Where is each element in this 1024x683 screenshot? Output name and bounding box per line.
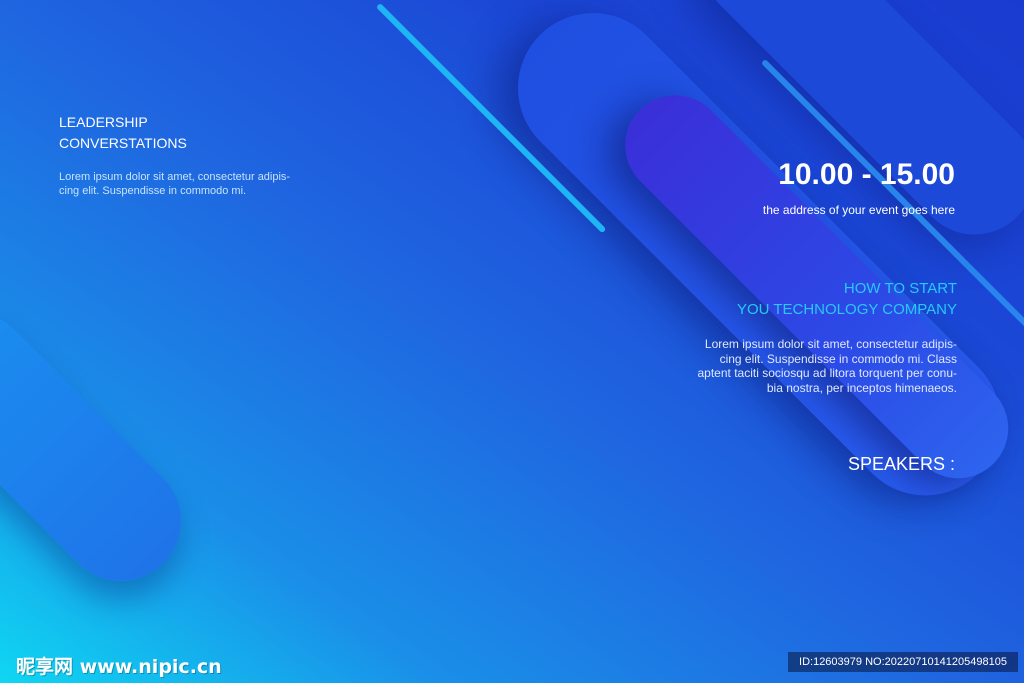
how-heading-line2: YOU TECHNOLOGY COMPANY — [736, 301, 957, 318]
leadership-body-line1: Lorem ipsum dolor sit amet, consectetur … — [59, 171, 291, 183]
leadership-title: LEADERSHIP CONVERSTATIONS — [59, 112, 187, 154]
how-body-line3: aptent taciti sociosqu ad litora torquen… — [697, 366, 958, 380]
how-body-line1: Lorem ipsum dolor sit amet, consectetur … — [704, 337, 957, 351]
event-time: 10.00 - 15.00 — [778, 158, 955, 191]
how-body-text: Lorem ipsum dolor sit amet, consectetur … — [667, 337, 958, 395]
left-diagonal-pill-shape — [0, 287, 206, 606]
leadership-title-line2: CONVERSTATIONS — [59, 135, 187, 151]
speakers-label: SPEAKERS : — [847, 454, 955, 474]
leadership-body: Lorem ipsum dolor sit amet, consectetur … — [59, 170, 329, 198]
how-body-line4: bia nostra, per inceptos himenaeos. — [766, 380, 957, 395]
how-heading-line1: HOW TO START — [843, 280, 957, 297]
how-body-line2: cing elit. Suspendisse in commodo mi. Cl… — [719, 351, 957, 366]
leadership-body-line2: cing elit. Suspendisse in commodo mi. — [59, 185, 247, 197]
watermark-logo: 昵享网 www.nipic.cn — [16, 656, 222, 678]
how-to-start-heading: HOW TO START YOU TECHNOLOGY COMPANY — [737, 278, 957, 320]
event-address: the address of your event goes here — [762, 203, 955, 217]
watermark-id: ID:12603979 NO:20220710141205498105 — [788, 652, 1018, 672]
leadership-title-line1: LEADERSHIP — [59, 114, 148, 130]
